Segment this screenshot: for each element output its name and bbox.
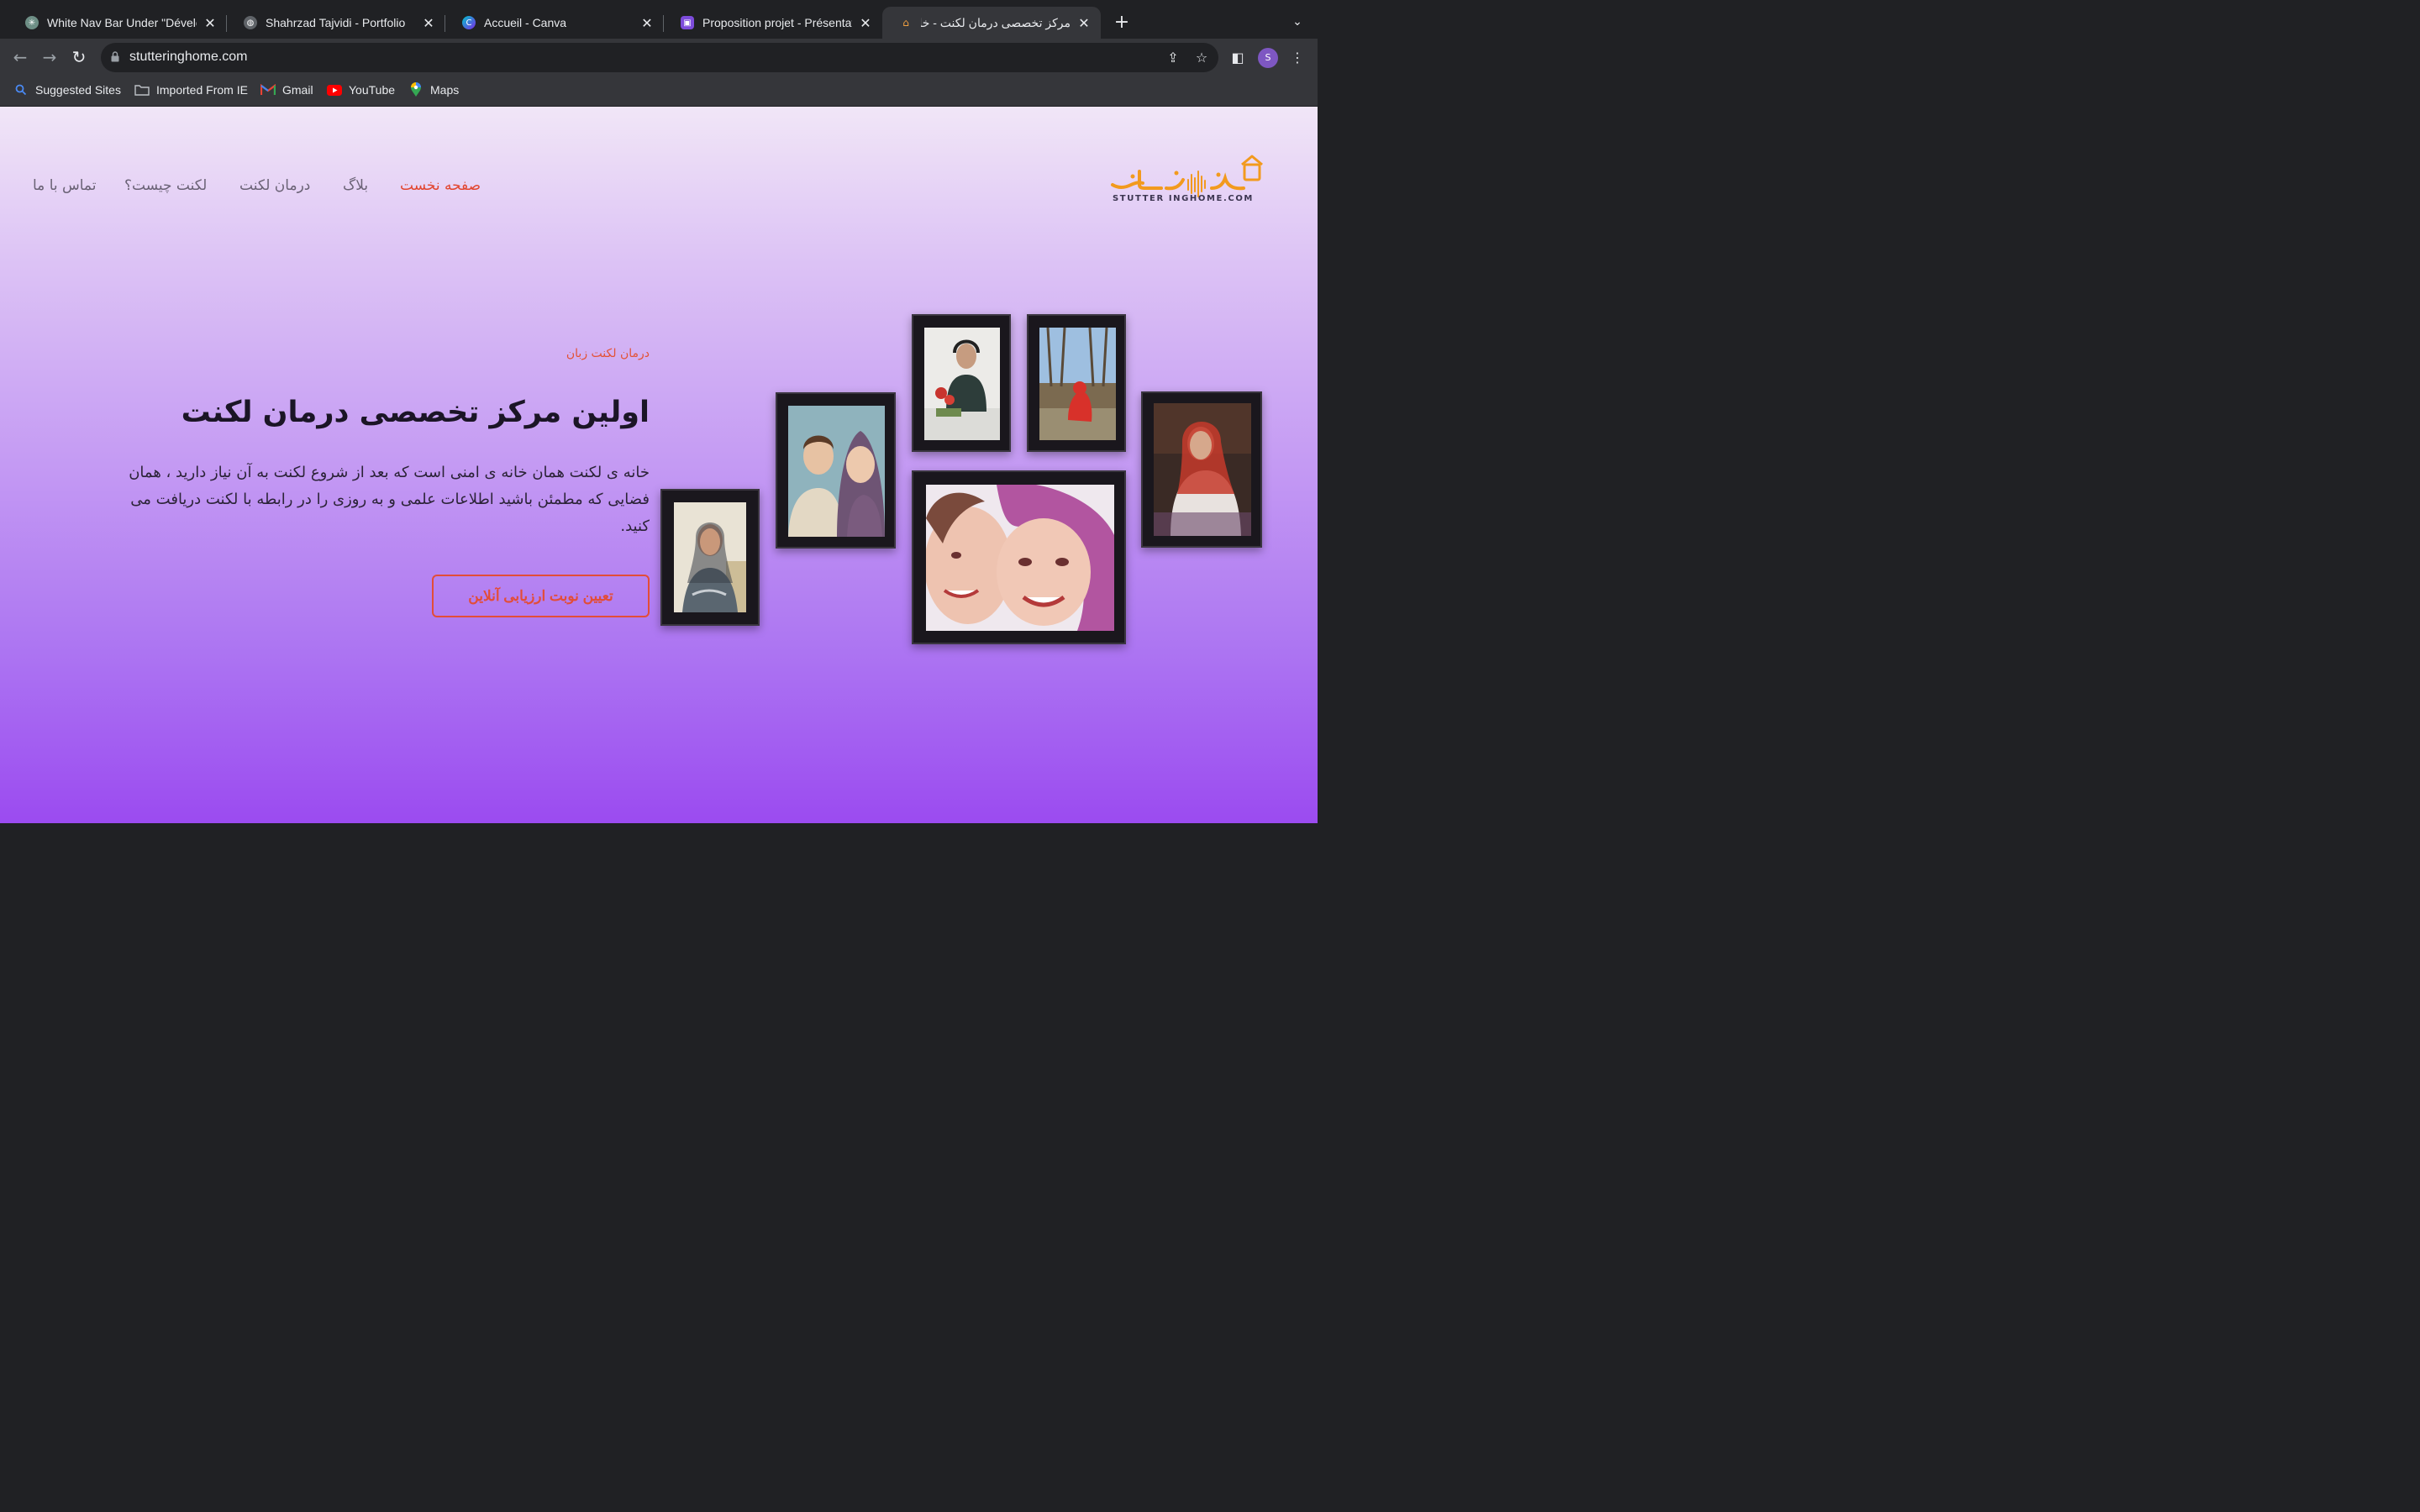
bookmark-youtube[interactable]: YouTube (327, 83, 395, 97)
search-icon (13, 83, 29, 97)
tab-title: Shahrzad Tajvidi - Portfolio (266, 16, 406, 29)
bookmark-gmail[interactable]: Gmail (260, 83, 313, 97)
stutteringhome-icon: ⌂ (902, 17, 909, 29)
chatgpt-icon: ✳ (25, 16, 39, 29)
maps-icon (408, 82, 424, 97)
mother-child-illustration (926, 485, 1114, 631)
logo-wordmark: STUTTER INGHOME.COM (1113, 194, 1254, 203)
nav-stuttering-treatment[interactable]: درمان لکنت (239, 177, 310, 194)
bookmark-suggested-sites[interactable]: Suggested Sites (13, 83, 121, 97)
site-logo[interactable]: STUTTER INGHOME.COM (1107, 153, 1267, 207)
reading-photo (1154, 403, 1251, 536)
slides-icon: ▣ (681, 16, 694, 29)
tab-title: White Nav Bar Under "Dévelop (47, 16, 197, 29)
bookmark-label: Maps (430, 83, 460, 97)
url-text[interactable]: stutteringhome.com (129, 50, 248, 65)
hero-title: اولین مرکز تخصصی درمان لکنت (181, 396, 650, 429)
bookmark-label: Gmail (282, 83, 313, 97)
new-tab-button[interactable]: + (1111, 12, 1133, 34)
tab-title: مرکز تخصصی درمان لکنت - خانه لکنت (921, 15, 1071, 29)
park-photo (1039, 328, 1116, 440)
close-tab-icon[interactable]: ✕ (422, 15, 435, 31)
bookmark-label: Imported From IE (156, 83, 248, 97)
close-tab-icon[interactable]: ✕ (1077, 15, 1091, 31)
bookmark-imported-from-ie[interactable]: Imported From IE (134, 83, 248, 97)
gmail-icon (260, 83, 276, 97)
close-tab-icon[interactable]: ✕ (640, 15, 654, 31)
bookmarks-bar: Suggested Sites Imported From IE Gmail Y… (0, 76, 1318, 107)
nav-contact-us[interactable]: تماس با ما (33, 177, 97, 194)
lock-icon (111, 51, 119, 62)
browser-toolbar: ← → ↻ stutteringhome.com ⇪ ☆ ◧ S ⋮ (0, 39, 1318, 76)
nav-home[interactable]: صفحه نخست (400, 177, 481, 194)
tab-stutteringhome-active[interactable]: ⌂ مرکز تخصصی درمان لکنت - خانه لکنت ✕ (882, 7, 1101, 39)
tab-title: Proposition projet - Présentatio (702, 16, 852, 29)
headphones-photo (924, 328, 1000, 440)
photo-frame-therapist (660, 489, 760, 626)
bookmark-maps[interactable]: Maps (408, 82, 460, 97)
bookmark-label: Suggested Sites (35, 83, 121, 97)
nav-what-is-stuttering[interactable]: لکنت چیست؟ (124, 177, 207, 194)
folder-icon (134, 83, 150, 97)
share-icon[interactable]: ⇪ (1165, 50, 1181, 66)
photo-frame-reading (1141, 391, 1262, 548)
close-tab-icon[interactable]: ✕ (203, 15, 217, 31)
tab-title: Accueil - Canva (484, 16, 567, 29)
tab-portfolio[interactable]: ◍ Shahrzad Tajvidi - Portfolio ✕ (227, 7, 445, 39)
mother-son-photo (788, 406, 885, 537)
photo-frame-headphones (912, 314, 1011, 452)
tab-strip: ✳ White Nav Bar Under "Dévelop ✕ ◍ Shahr… (0, 0, 1318, 39)
globe-icon: ◍ (244, 16, 257, 29)
therapist-photo (674, 502, 746, 612)
website-page: STUTTER INGHOME.COM صفحه نخست بلاگ درمان… (0, 107, 1318, 823)
side-panel-icon[interactable]: ◧ (1228, 49, 1247, 67)
tab-presentation[interactable]: ▣ Proposition projet - Présentatio ✕ (664, 7, 882, 39)
tab-search-chevron-icon[interactable]: ⌄ (1287, 12, 1307, 32)
tab-canva[interactable]: C Accueil - Canva ✕ (445, 7, 664, 39)
hero-eyebrow: درمان لکنت زبان (566, 347, 650, 360)
photo-frame-illustration (912, 470, 1126, 644)
bookmark-star-icon[interactable]: ☆ (1193, 50, 1210, 66)
reload-button[interactable]: ↻ (69, 47, 89, 67)
bookmark-label: YouTube (349, 83, 396, 97)
hero-paragraph: خانه ی لکنت همان خانه ی امنی است که بعد … (129, 464, 650, 535)
nav-blog[interactable]: بلاگ (343, 177, 368, 194)
menu-kebab-icon[interactable]: ⋮ (1288, 49, 1307, 67)
back-button[interactable]: ← (10, 47, 30, 67)
photo-frame-mother-son (776, 392, 896, 549)
address-bar[interactable]: stutteringhome.com ⇪ ☆ (101, 43, 1218, 72)
profile-avatar[interactable]: S (1258, 48, 1278, 68)
photo-frame-park (1027, 314, 1126, 452)
canva-icon: C (462, 16, 476, 29)
book-online-assessment-button[interactable]: تعیین نوبت ارزیابی آنلاین (432, 575, 650, 617)
tab-chatgpt[interactable]: ✳ White Nav Bar Under "Dévelop ✕ (8, 7, 227, 39)
close-tab-icon[interactable]: ✕ (859, 15, 872, 31)
youtube-icon (327, 83, 342, 97)
forward-button[interactable]: → (39, 47, 60, 67)
